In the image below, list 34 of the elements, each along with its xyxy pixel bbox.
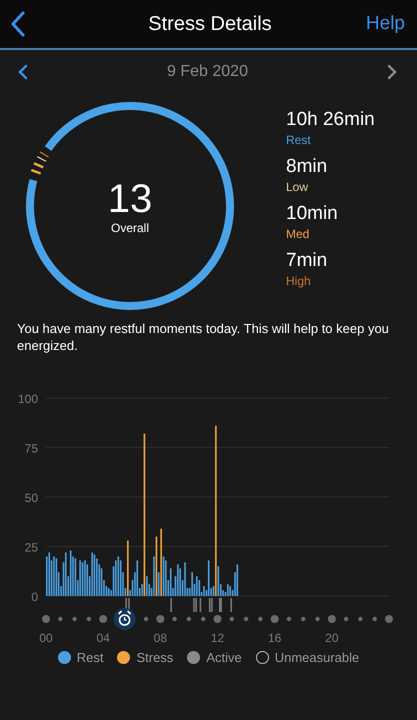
legend-label: Active: [206, 650, 242, 665]
alarm-clock-icon[interactable]: [114, 608, 136, 630]
legend-label: Rest: [76, 650, 104, 665]
y-axis-label: 50: [24, 491, 38, 505]
x-axis-label: 20: [325, 631, 339, 645]
legend-label: Stress: [136, 650, 174, 665]
overall-score: 13: [108, 177, 152, 221]
duration-value: 10min: [286, 202, 339, 226]
rest-bar: [158, 572, 160, 596]
y-axis-label: 25: [24, 540, 38, 554]
x-axis-label: 16: [268, 631, 282, 645]
stress-level-label: High: [286, 273, 312, 289]
back-icon[interactable]: [10, 11, 26, 37]
next-day-icon[interactable]: [386, 64, 397, 80]
x-axis-label: 12: [210, 631, 224, 645]
duration-value: 10h 26min: [286, 108, 375, 132]
stress-level-label: Rest: [286, 132, 312, 148]
x-axis-label: 08: [154, 631, 168, 645]
y-axis-label: 75: [24, 442, 38, 456]
stress-level-label: Low: [286, 179, 310, 195]
y-axis-label: 0: [31, 590, 38, 604]
x-axis-label: 04: [96, 631, 110, 645]
duration-value: 7min: [286, 249, 328, 273]
y-axis-label: 100: [18, 392, 38, 406]
legend-label: Unmeasurable: [274, 650, 360, 665]
screen-title: Stress Details: [148, 12, 272, 36]
previous-day-icon[interactable]: [18, 64, 28, 80]
overall-label: Overall: [110, 221, 149, 235]
duration-value: 8min: [286, 155, 328, 179]
summary-message: You have many restful moments today. This will help to keep you energized.: [17, 320, 390, 354]
date-label: 9 Feb 2020: [167, 63, 248, 81]
help-link[interactable]: Help: [366, 13, 405, 35]
stress-level-label: Med: [286, 226, 310, 242]
x-axis-label: 00: [39, 631, 53, 645]
